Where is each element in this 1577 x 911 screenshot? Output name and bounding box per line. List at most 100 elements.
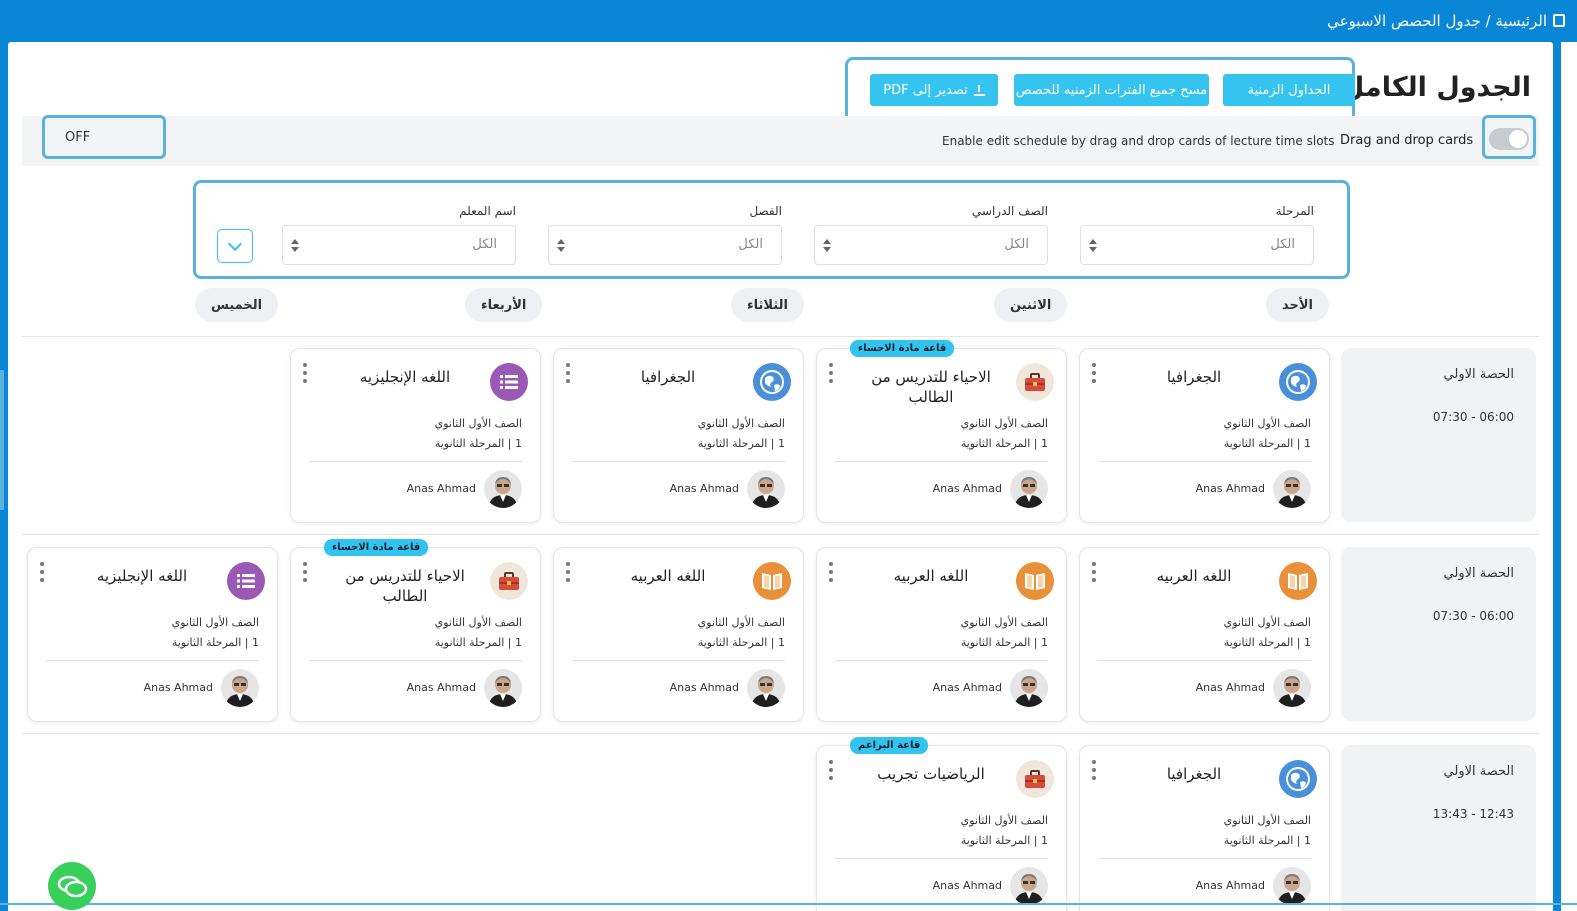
more-options-icon[interactable] xyxy=(829,363,833,383)
avatar xyxy=(1273,470,1311,508)
avatar xyxy=(1010,867,1048,905)
briefcase-icon xyxy=(490,562,528,600)
period-name: الحصة الاولي xyxy=(1443,367,1514,382)
dnd-toggle[interactable] xyxy=(1489,128,1529,150)
export-pdf-label: تصدير إلى PDF xyxy=(883,82,968,98)
stage-text: 1 | المرحلة الثانوية xyxy=(960,834,1048,847)
lecture-card[interactable]: اللغه العربيه الصف الأول الثانوي 1 | المرح… xyxy=(816,547,1067,722)
dnd-title: Drag and drop cards xyxy=(1340,133,1474,148)
lecture-card[interactable]: الجغرافيا الصف الأول الثانوي 1 | المرحلة ا… xyxy=(1079,745,1330,911)
export-pdf-button[interactable]: تصدير إلى PDF xyxy=(870,74,998,106)
more-options-icon[interactable] xyxy=(1092,363,1096,383)
grade-label: الصف الدراسي xyxy=(971,204,1048,218)
clear-all-button[interactable]: مسح جميع الفترات الزمنيه للحصص xyxy=(1014,74,1209,106)
card-divider xyxy=(835,858,1048,859)
period-name: الحصة الاولي xyxy=(1443,764,1514,779)
card-divider xyxy=(835,461,1048,462)
chat-button[interactable] xyxy=(48,862,96,910)
class-label: الفصل xyxy=(749,204,782,218)
chat-icon xyxy=(57,875,88,898)
breadcrumb-text[interactable]: الرئيسية / جدول الحصص الاسبوعي xyxy=(1327,12,1547,30)
top-bar: الرئيسية / جدول الحصص الاسبوعي xyxy=(0,0,1577,42)
stage-select[interactable]: الكل xyxy=(1080,225,1314,265)
stage-text: 1 | المرحلة الثانوية xyxy=(1223,834,1311,847)
more-options-icon[interactable] xyxy=(40,562,44,582)
period-time: 07:30 - 06:00 xyxy=(1432,609,1514,623)
grade-text: الصف الأول الثانوي xyxy=(960,814,1048,827)
avatar xyxy=(1273,669,1311,707)
teacher-name: Anas Ahmad xyxy=(406,482,476,495)
teacher-name: Anas Ahmad xyxy=(932,681,1002,694)
briefcase-icon xyxy=(1016,760,1054,798)
breadcrumb: الرئيسية / جدول الحصص الاسبوعي xyxy=(1327,12,1565,30)
bottom-border xyxy=(0,903,1577,905)
subject-name: الجغرافيا xyxy=(1166,368,1222,386)
stage-text: 1 | المرحلة الثانوية xyxy=(960,437,1048,450)
grade-value: الكل xyxy=(1004,237,1029,252)
more-options-icon[interactable] xyxy=(303,562,307,582)
lecture-card[interactable]: قاعة مادة الاحساء الاحياء للتدريس من الطا… xyxy=(816,340,1067,523)
globe-icon xyxy=(753,363,791,401)
briefcase-icon xyxy=(1016,363,1054,401)
lecture-card[interactable]: الجغرافيا الصف الأول الثانوي 1 | المرحلة ا… xyxy=(553,348,804,523)
subject-name: الجغرافيا xyxy=(1166,765,1222,783)
more-options-icon[interactable] xyxy=(1092,760,1096,780)
lecture-card[interactable]: اللغه العربيه الصف الأول الثانوي 1 | المرح… xyxy=(553,547,804,722)
lecture-card[interactable]: قاعة مادة الاحساء الاحياء للتدريس من الطا… xyxy=(290,539,541,722)
day-thursday: الخميس xyxy=(195,288,279,322)
timetables-button[interactable]: الجداول الزمنية xyxy=(1223,74,1355,106)
globe-icon xyxy=(1279,363,1317,401)
dnd-state-label: OFF xyxy=(65,130,91,145)
more-options-icon[interactable] xyxy=(829,760,833,780)
card-divider xyxy=(1098,461,1311,462)
class-value: الكل xyxy=(738,237,763,252)
avatar xyxy=(1010,470,1048,508)
grade-text: الصف الأول الثانوي xyxy=(1223,814,1311,827)
grade-text: الصف الأول الثانوي xyxy=(434,417,522,430)
lecture-card[interactable]: قاعة البراعم الرياضيات تجريب الصف الأول ال… xyxy=(816,737,1067,911)
lecture-card[interactable]: اللغه الإنجليزيه الصف الأول الثانوي 1 | ال… xyxy=(27,547,278,722)
card-divider xyxy=(572,461,785,462)
teacher-name: Anas Ahmad xyxy=(1195,681,1265,694)
teacher-select[interactable]: الكل xyxy=(282,225,516,265)
card-divider xyxy=(835,660,1048,661)
period-time: 13:43 - 12:43 xyxy=(1432,807,1514,821)
row-divider xyxy=(22,534,1539,535)
more-options-icon[interactable] xyxy=(1092,562,1096,582)
sort-arrows-icon xyxy=(291,239,299,253)
teacher-name: Anas Ahmad xyxy=(932,879,1002,892)
stage-text: 1 | المرحلة الثانوية xyxy=(171,636,259,649)
stage-text: 1 | المرحلة الثانوية xyxy=(434,437,522,450)
card-divider xyxy=(1098,660,1311,661)
more-options-icon[interactable] xyxy=(303,363,307,383)
card-divider xyxy=(46,660,259,661)
avatar xyxy=(484,669,522,707)
scrollbar[interactable] xyxy=(1561,42,1577,911)
lecture-card[interactable]: اللغه العربيه الصف الأول الثانوي 1 | المرح… xyxy=(1079,547,1330,722)
stage-text: 1 | المرحلة الثانوية xyxy=(697,636,785,649)
side-handle[interactable] xyxy=(0,370,4,510)
stage-text: 1 | المرحلة الثانوية xyxy=(697,437,785,450)
subject-name: الرياضيات تجريب xyxy=(877,765,985,783)
lecture-card[interactable]: اللغه الإنجليزيه الصف الأول الثانوي 1 | ال… xyxy=(290,348,541,523)
class-select[interactable]: الكل xyxy=(548,225,782,265)
collapse-filters-button[interactable] xyxy=(217,229,253,263)
more-options-icon[interactable] xyxy=(566,562,570,582)
grade-text: الصف الأول الثانوي xyxy=(171,616,259,629)
book-icon xyxy=(1279,562,1317,600)
period-cell: الحصة الاولي 07:30 - 06:00 xyxy=(1341,348,1536,522)
period-name: الحصة الاولي xyxy=(1443,566,1514,581)
grade-text: الصف الأول الثانوي xyxy=(1223,417,1311,430)
grade-text: الصف الأول الثانوي xyxy=(434,616,522,629)
avatar xyxy=(484,470,522,508)
teacher-label: اسم المعلم xyxy=(459,204,516,218)
more-options-icon[interactable] xyxy=(829,562,833,582)
timetables-label: الجداول الزمنية xyxy=(1247,82,1331,98)
grade-select[interactable]: الكل xyxy=(814,225,1048,265)
avatar xyxy=(747,669,785,707)
lecture-card[interactable]: الجغرافيا الصف الأول الثانوي 1 | المرحلة ا… xyxy=(1079,348,1330,523)
day-monday: الاثنين xyxy=(994,288,1068,322)
more-options-icon[interactable] xyxy=(566,363,570,383)
list-icon xyxy=(490,363,528,401)
teacher-name: Anas Ahmad xyxy=(406,681,476,694)
